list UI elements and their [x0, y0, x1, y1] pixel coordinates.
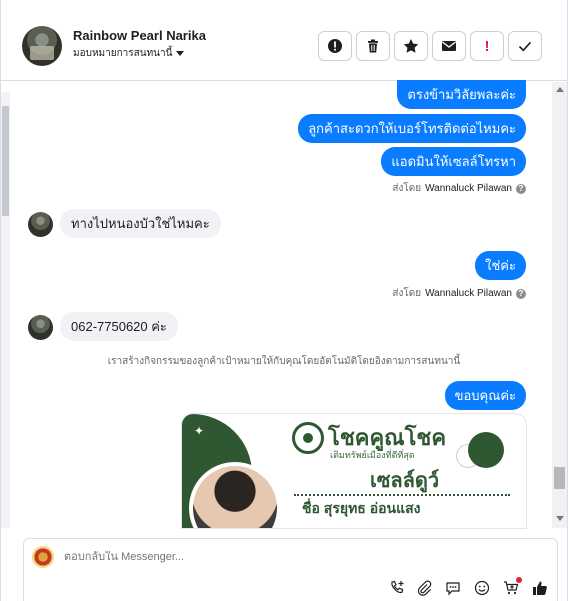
assign-label: มอบหมายการสนทนานี้ — [73, 48, 173, 59]
mail-icon — [442, 41, 456, 51]
sender-name: Wannaluck Pilawan — [425, 183, 512, 194]
contact-avatar-small — [28, 212, 53, 237]
paperclip-icon — [417, 580, 432, 596]
phone-plus-icon — [391, 580, 404, 594]
chat-bubble-icon — [446, 582, 460, 596]
incoming-message[interactable]: 062-7750620 ค่ะ — [60, 312, 178, 341]
saved-replies-button[interactable] — [444, 579, 462, 597]
contact-avatar[interactable] — [22, 26, 62, 66]
system-note: เราสร้างกิจกรรมของลูกค้าเป้าหมายให้กับคุ… — [107, 356, 461, 367]
card-person-name: ชื่อ สุรยุทธ อ่อนแสง — [302, 500, 421, 516]
incoming-message[interactable]: ทางไปหนองบัวใช่ไหมคะ — [60, 209, 221, 238]
smiley-icon — [474, 580, 490, 596]
notification-dot — [516, 577, 522, 583]
sent-by-prefix: ส่งโดย — [392, 288, 422, 299]
attach-button[interactable] — [415, 579, 433, 597]
delete-button[interactable] — [356, 31, 390, 61]
card-divider — [294, 494, 510, 496]
sender-name: Wannaluck Pilawan — [425, 288, 512, 299]
contact-name[interactable]: Rainbow Pearl Narika — [73, 28, 206, 43]
sent-by-label: ส่งโดย Wannaluck Pilawan ? — [392, 286, 526, 301]
left-scroll-thumb[interactable] — [2, 106, 9, 216]
contact-avatar-small — [28, 315, 53, 340]
mark-done-button[interactable] — [508, 31, 542, 61]
trash-icon — [368, 39, 378, 53]
scroll-up-icon[interactable] — [556, 87, 564, 92]
outgoing-message[interactable]: ใช่ค่ะ — [475, 251, 526, 280]
outgoing-message[interactable]: ตรงข้ามวิลัยพละค่ะ — [397, 80, 526, 109]
decor-circle — [468, 432, 504, 468]
sent-by-prefix: ส่งโดย — [392, 183, 422, 194]
card-brand-subtitle: เติมทรัพย์เมืองที่ดีที่สุด — [330, 450, 415, 460]
conversation-panel: Rainbow Pearl Narika มอบหมายการสนทนานี้ … — [0, 0, 568, 601]
help-icon[interactable]: ? — [516, 288, 526, 299]
card-title: เซลล์ดูว์ — [370, 470, 440, 492]
follow-up-button[interactable]: ! — [470, 31, 504, 61]
spam-icon — [328, 39, 342, 53]
sent-by-label: ส่งโดย Wannaluck Pilawan ? — [392, 181, 526, 196]
page-avatar — [32, 546, 54, 568]
reply-input[interactable] — [64, 551, 364, 563]
message-composer — [23, 538, 558, 601]
thread-scrollbar[interactable] — [552, 82, 567, 528]
help-icon[interactable]: ? — [516, 183, 526, 194]
exclamation-icon: ! — [484, 37, 490, 55]
outgoing-message[interactable]: แอดมินให้เซลล์โทรหา — [381, 147, 526, 176]
caret-down-icon — [176, 51, 185, 56]
conversation-header: Rainbow Pearl Narika มอบหมายการสนทนานี้ … — [1, 0, 567, 81]
outgoing-message[interactable]: ขอบคุณค่ะ — [444, 381, 526, 410]
sparkle-icon: ✦ — [194, 424, 205, 438]
outgoing-message[interactable]: ลูกค้าสะดวกให้เบอร์โทรติดต่อไหมคะ — [298, 114, 526, 143]
scroll-down-icon[interactable] — [556, 516, 564, 521]
mark-spam-button[interactable] — [318, 31, 352, 61]
call-button[interactable] — [388, 579, 406, 597]
thread-scroll-thumb[interactable] — [554, 467, 565, 489]
image-attachment[interactable]: ✦ โชคคูณโชค เติมทรัพย์เมืองที่ดีที่สุด เ… — [181, 413, 527, 529]
emoji-button[interactable] — [473, 579, 491, 597]
star-icon — [403, 39, 419, 53]
shop-button[interactable] — [502, 577, 522, 597]
check-icon — [518, 41, 532, 52]
star-button[interactable] — [394, 31, 428, 61]
assign-conversation-dropdown[interactable]: มอบหมายการสนทนานี้ — [73, 46, 185, 61]
like-button[interactable] — [531, 579, 549, 597]
thumbs-up-icon — [533, 581, 547, 595]
left-scrollbar[interactable] — [1, 92, 10, 528]
brand-logo — [292, 422, 324, 454]
mark-unread-button[interactable] — [432, 31, 466, 61]
